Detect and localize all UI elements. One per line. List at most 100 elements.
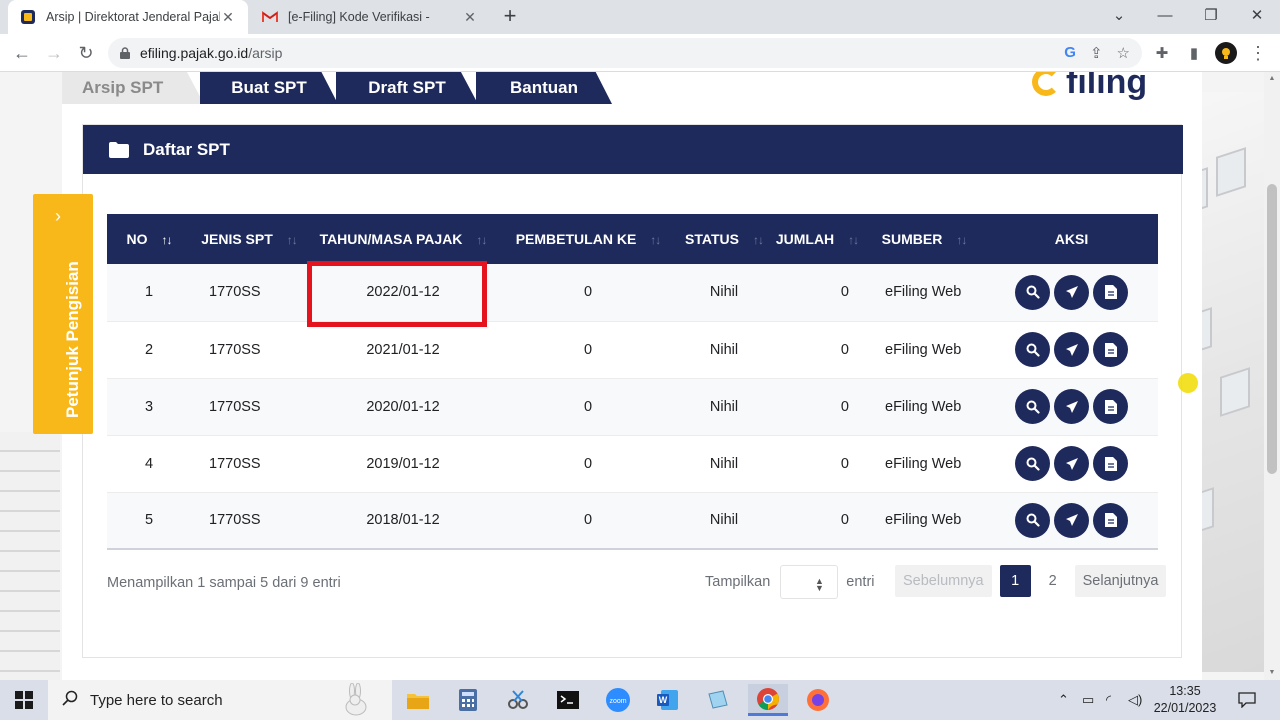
document-icon[interactable] [1093, 502, 1128, 538]
calculator-icon[interactable] [448, 684, 488, 716]
prev-page-button[interactable]: Sebelumnya [895, 565, 992, 597]
send-icon[interactable] [1054, 446, 1089, 481]
send-icon[interactable] [1054, 389, 1089, 424]
cell-status: Nihil [709, 455, 739, 472]
page-scrollbar[interactable]: ▲ ▼ [1264, 72, 1280, 680]
forward-icon[interactable]: → [42, 41, 66, 65]
main-container: Arsip SPT Buat SPT Draft SPT Bantuan fil… [62, 72, 1202, 680]
bookmark-star-icon[interactable]: ☆ [1117, 44, 1130, 62]
cell-tahun: 2019/01-12 [366, 455, 440, 472]
windows-start-icon[interactable] [0, 680, 48, 720]
length-label: Tampilkan [705, 574, 771, 590]
extensions-icon[interactable]: ✚ [1150, 41, 1174, 65]
terminal-icon[interactable] [548, 684, 588, 716]
taskbar-search-box[interactable]: Type here to search [48, 680, 392, 720]
gmail-icon [262, 9, 278, 25]
search-icon[interactable] [1015, 274, 1050, 310]
cell-no: 1 [144, 284, 154, 301]
cell-aksi [985, 264, 1158, 321]
search-icon[interactable] [1015, 389, 1050, 424]
page-length-select[interactable] [780, 565, 839, 599]
col-jenis-spt[interactable]: JENIS SPT ↑↓ [191, 214, 307, 264]
cell-aksi [985, 435, 1158, 492]
profile-avatar[interactable] [1214, 41, 1238, 65]
notepad-icon[interactable] [698, 684, 738, 716]
col-jumlah[interactable]: JUMLAH ↑↓ [771, 214, 863, 264]
tab-title: Arsip | Direktorat Jenderal Pajak [46, 10, 220, 24]
google-icon[interactable]: G [1064, 44, 1076, 62]
word-icon[interactable]: W [648, 684, 688, 716]
red-highlight-box [307, 261, 487, 327]
scrollbar-thumb[interactable] [1267, 184, 1277, 474]
page-2-button[interactable]: 2 [1039, 565, 1067, 597]
col-status[interactable]: STATUS ↑↓ [677, 214, 771, 264]
send-icon[interactable] [1054, 502, 1089, 538]
cell-status: Nihil [709, 284, 739, 301]
document-icon[interactable] [1093, 446, 1128, 481]
volume-icon[interactable]: ◁) [1128, 680, 1142, 720]
battery-icon[interactable]: ▭ [1082, 680, 1094, 720]
cell-status: Nihil [709, 398, 739, 415]
tab-title: [e-Filing] Kode Verifikasi - [288, 10, 430, 24]
select-arrows-icon: ▲ ▼ [815, 576, 824, 593]
tab-search-icon[interactable]: ⌄ [1096, 0, 1142, 30]
petunjuk-pengisian-tab[interactable]: › Petunjuk Pengisian [33, 194, 93, 434]
tab-arsip-spt[interactable]: Arsip SPT [62, 72, 204, 104]
cell-jumlah: 0 [840, 455, 849, 472]
length-label-after: entri [846, 574, 875, 590]
tab-bantuan[interactable]: Bantuan [476, 72, 612, 104]
cell-jenis: 1770SS [209, 398, 261, 415]
col-no[interactable]: NO ↑↓ [107, 214, 191, 264]
tab-buat-spt[interactable]: Buat SPT [200, 72, 338, 104]
cell-pembetulan: 0 [583, 284, 593, 301]
col-pembetulan-ke[interactable]: PEMBETULAN KE ↑↓ [499, 214, 677, 264]
back-icon[interactable]: ← [10, 41, 34, 65]
scroll-down-icon[interactable]: ▼ [1264, 666, 1280, 680]
search-icon[interactable] [1015, 446, 1050, 481]
send-icon[interactable] [1054, 274, 1089, 310]
minimize-button[interactable]: — [1142, 0, 1188, 30]
search-icon[interactable] [1015, 502, 1050, 538]
tab-draft-spt[interactable]: Draft SPT [336, 72, 478, 104]
zoom-icon[interactable]: zoom [598, 684, 638, 716]
col-tahun-masa-pajak[interactable]: TAHUN/MASA PAJAK ↑↓ [307, 214, 499, 264]
document-icon[interactable] [1093, 389, 1128, 424]
firefox-icon[interactable] [798, 684, 838, 716]
svg-text:W: W [659, 695, 668, 705]
document-icon[interactable] [1093, 274, 1128, 310]
col-sumber[interactable]: SUMBER ↑↓ [863, 214, 985, 264]
address-bar[interactable]: efiling.pajak.go.id/arsip G ⇪ ☆ [108, 38, 1142, 68]
share-icon[interactable]: ⇪ [1090, 44, 1103, 62]
file-explorer-icon[interactable] [398, 684, 438, 716]
close-tab-icon[interactable]: ✕ [462, 9, 478, 26]
cell-pembetulan: 0 [583, 398, 593, 415]
panel-title: Daftar SPT [143, 139, 230, 159]
restore-button[interactable]: ❐ [1188, 0, 1234, 30]
document-icon[interactable] [1093, 332, 1128, 367]
network-icon[interactable]: ◜ [1106, 680, 1111, 720]
page-1-button[interactable]: 1 [999, 565, 1031, 597]
chrome-icon[interactable] [748, 684, 788, 716]
search-icon[interactable] [1015, 332, 1050, 367]
scroll-up-icon[interactable]: ▲ [1264, 72, 1280, 86]
sort-icon: ↑↓ [476, 233, 487, 247]
show-hidden-icons[interactable]: ⌃ [1058, 680, 1069, 720]
mouse-cursor-highlight [1178, 373, 1198, 393]
chrome-menu-icon[interactable]: ⋮ [1246, 41, 1270, 65]
cell-sumber: eFiling Web [885, 284, 962, 301]
tab-efiling-verifikasi[interactable]: [e-Filing] Kode Verifikasi - ✕ [250, 0, 490, 34]
snipping-tool-icon[interactable] [498, 684, 538, 716]
side-panel-icon[interactable]: ▮ [1182, 41, 1206, 65]
send-icon[interactable] [1054, 332, 1089, 367]
notification-icon[interactable] [1238, 680, 1256, 720]
taskbar-clock[interactable]: 13:35 22/01/2023 [1152, 683, 1218, 717]
svg-text:zoom: zoom [609, 698, 626, 705]
tab-arsip[interactable]: Arsip | Direktorat Jenderal Pajak ✕ [8, 0, 248, 34]
close-tab-icon[interactable]: ✕ [220, 9, 236, 26]
cell-sumber: eFiling Web [885, 398, 962, 415]
cell-tahun: 2022/01-12 [307, 261, 499, 327]
next-page-button[interactable]: Selanjutnya [1074, 565, 1167, 597]
new-tab-button[interactable]: + [498, 5, 522, 29]
close-window-button[interactable]: ✕ [1234, 0, 1280, 30]
reload-icon[interactable]: ↻ [74, 41, 98, 65]
